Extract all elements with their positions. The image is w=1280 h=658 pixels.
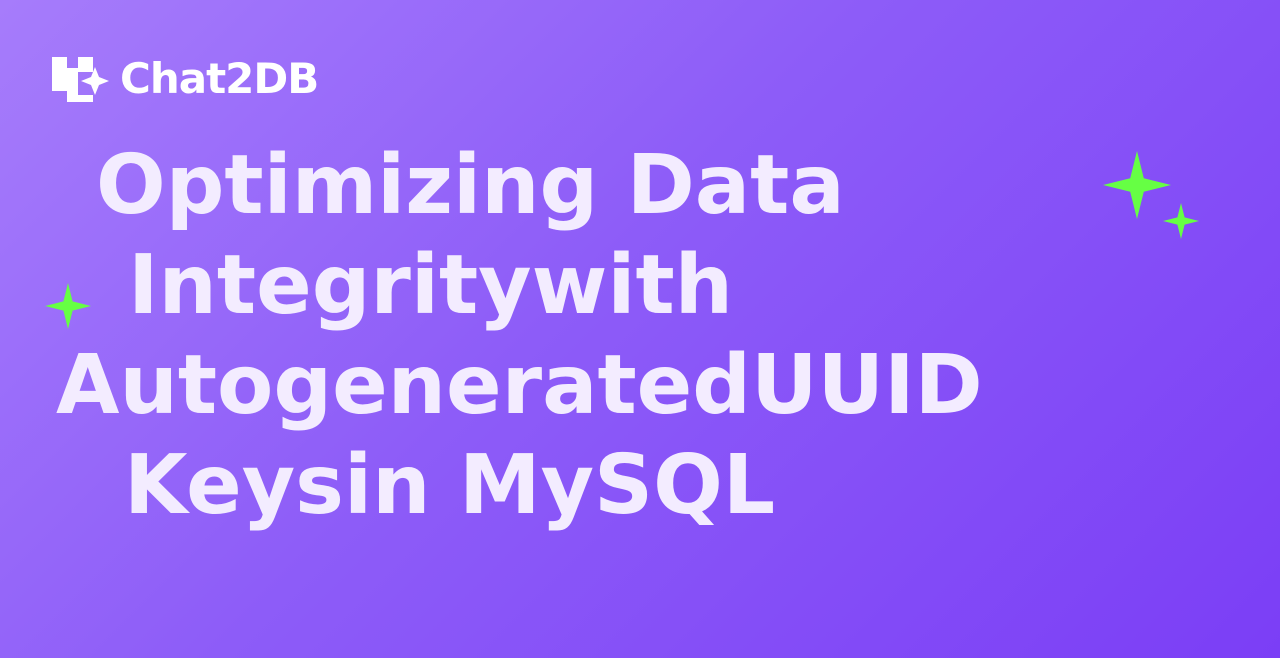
brand-lockup: Chat2DB (50, 52, 319, 106)
sparkle-icon (1103, 151, 1171, 219)
brand-name: Chat2DB (120, 54, 319, 103)
title-line: Integritywith (128, 238, 734, 333)
title-line: Optimizing Data (96, 138, 845, 233)
chat2db-logo-icon (52, 57, 109, 102)
sparkle-icon (45, 283, 91, 329)
article-banner: Chat2DB Optimizing Data Integritywith Au… (0, 0, 1280, 658)
article-title: Optimizing Data Integritywith Autogenera… (56, 136, 1056, 536)
sparkle-icon (1163, 203, 1199, 239)
title-line: AutogeneratedUUID (56, 338, 983, 433)
title-line: Keysin MySQL (124, 438, 776, 533)
